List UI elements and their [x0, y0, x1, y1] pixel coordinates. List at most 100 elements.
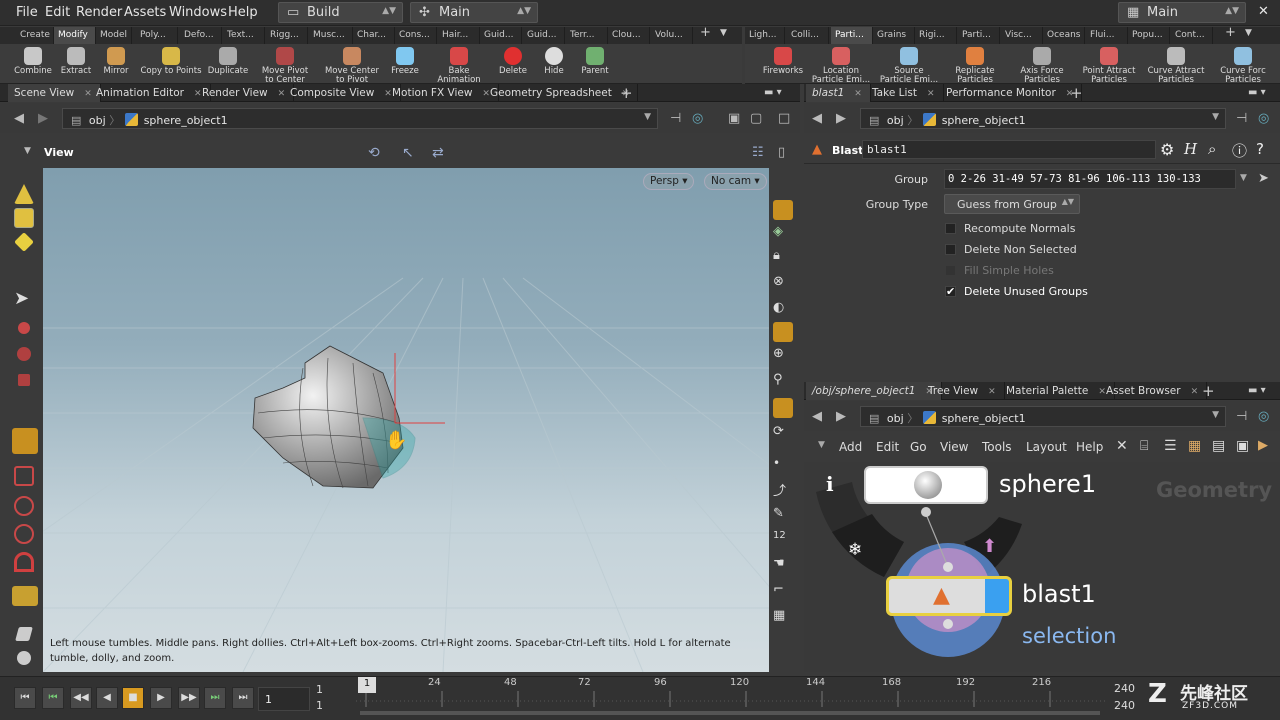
tool-source-particle-emitter[interactable]: Source Particle Emi...	[879, 44, 939, 85]
tab-render-view[interactable]: Render View ✕	[196, 84, 295, 102]
brush-icon[interactable]	[15, 627, 33, 641]
shelf-tab[interactable]: Colli...	[787, 27, 829, 44]
tab-material-palette[interactable]: Material Palette ✕	[1000, 382, 1115, 400]
forward-arrow-icon[interactable]: ▶	[38, 111, 48, 126]
tab-asset-browser[interactable]: Asset Browser ✕	[1100, 382, 1208, 400]
close-tab-icon[interactable]: ✕	[854, 89, 862, 99]
tab-take-list[interactable]: Take List ✕	[866, 84, 944, 102]
range-end[interactable]: 240	[1114, 682, 1135, 695]
play-icon[interactable]: ▶	[150, 687, 172, 709]
info-icon[interactable]: ⓘ	[1232, 140, 1247, 161]
shelf-menu-icon[interactable]: ▼	[1245, 28, 1252, 38]
point-icon[interactable]: ⊕	[773, 346, 793, 366]
light-icon[interactable]	[773, 322, 793, 342]
more-icon[interactable]: ▶	[1258, 438, 1268, 453]
display-toggle-icon[interactable]	[773, 200, 793, 220]
range-end2[interactable]: 240	[1114, 699, 1135, 712]
menu-toggle-icon[interactable]: ▼	[818, 440, 825, 450]
hand-icon[interactable]: ☚	[773, 556, 793, 576]
arrow-icon[interactable]: ➤	[14, 288, 34, 309]
scene-viewport[interactable]: Persp ▾ No cam ▾ ✋	[43, 168, 769, 672]
net-menu-layout[interactable]: Layout	[1026, 440, 1067, 454]
shelf-tab[interactable]: Cont...	[1171, 27, 1213, 44]
shelf-tab[interactable]: Create	[16, 27, 54, 44]
shelf-tab[interactable]: Volu...	[651, 27, 693, 44]
forward-arrow-icon[interactable]: ▶	[836, 409, 846, 424]
group-type-select[interactable]: Guess from Group ▲▼	[944, 194, 1080, 214]
tab-animation-editor[interactable]: Animation Editor ✕	[90, 84, 211, 102]
pose-icon[interactable]	[14, 466, 34, 486]
rotate-view-icon[interactable]: ⟳	[773, 424, 793, 444]
pin-icon[interactable]: ⊣	[670, 111, 681, 126]
shelf-tab[interactable]: Hair...	[438, 27, 480, 44]
shelf-tab[interactable]: Grains	[873, 27, 915, 44]
group-field[interactable]: 0 2-26 31-49 57-73 81-96 106-113 130-133	[944, 169, 1236, 189]
tool-delete[interactable]: Delete	[496, 44, 530, 84]
tool-point-attract-particles[interactable]: Point Attract Particles	[1081, 44, 1137, 85]
chevron-down-icon[interactable]: ▼	[1212, 410, 1219, 420]
shelf-tab[interactable]: Rigi...	[915, 27, 957, 44]
shelf-tab[interactable]: Ligh...	[745, 27, 785, 44]
shelf-tab[interactable]: Terr...	[566, 27, 608, 44]
tab-composite-view[interactable]: Composite View ✕	[284, 84, 401, 102]
shelf-tab[interactable]: Clou...	[608, 27, 650, 44]
node-blast1[interactable]: ▲	[886, 576, 1012, 616]
shelf-tab[interactable]: Rigg...	[266, 27, 308, 44]
shelf-tab[interactable]: Defo...	[180, 27, 222, 44]
gear-icon[interactable]: ⚙	[1160, 140, 1174, 159]
network-editor[interactable]: i ❄ ⬆ sphere1 Geometry ▲ blast1 selectio…	[804, 462, 1280, 672]
close-tab-icon[interactable]: ✕	[988, 387, 996, 397]
persp-button[interactable]: Persp ▾	[643, 173, 695, 190]
tab-scene-view[interactable]: Scene View ✕	[8, 84, 101, 102]
list-icon[interactable]: ☰	[1164, 438, 1177, 454]
back-arrow-icon[interactable]: ◀	[812, 111, 822, 126]
net-menu-help[interactable]: Help	[1076, 440, 1103, 454]
menu-windows[interactable]: Windows	[169, 5, 227, 20]
add-shelf-icon[interactable]: +	[1225, 25, 1236, 40]
tab-geometry-spreadsheet[interactable]: Geometry Spreadsheet ✕	[484, 84, 639, 102]
shelf-tab[interactable]: Guid...	[480, 27, 522, 44]
shelf-tab[interactable]: Char...	[353, 27, 395, 44]
handle-icon[interactable]	[12, 428, 38, 454]
select-geometry-icon[interactable]	[14, 208, 34, 228]
cube-icon[interactable]: ▣	[728, 111, 740, 126]
corner-icon[interactable]: ⌐	[773, 582, 793, 602]
tool-extract[interactable]: Extract	[58, 44, 94, 84]
node-sphere1[interactable]	[864, 466, 988, 504]
path-root[interactable]: obj	[887, 114, 904, 127]
magnet-icon[interactable]	[14, 552, 34, 572]
tool-mirror[interactable]: Mirror	[100, 44, 132, 84]
tool-fireworks[interactable]: Fireworks	[761, 44, 805, 84]
net-menu-tools[interactable]: Tools	[982, 440, 1012, 454]
add-tab-icon[interactable]: +	[620, 84, 633, 102]
chevron-down-icon[interactable]: ▼	[644, 112, 651, 122]
shelf-tab[interactable]: Guid...	[523, 27, 565, 44]
jump-end-icon[interactable]: ⏭	[232, 687, 254, 709]
number-12-icon[interactable]: 12	[773, 530, 793, 550]
shelf-tab[interactable]: Parti...	[958, 27, 1000, 44]
back-arrow-icon[interactable]: ◀	[14, 111, 24, 126]
tumble-icon[interactable]: ⟲	[368, 145, 380, 161]
tab-blast1[interactable]: blast1 ✕	[806, 84, 871, 102]
help-h-icon[interactable]: H	[1184, 140, 1197, 158]
menu-help[interactable]: Help	[228, 5, 258, 20]
tool-move-center-to-pivot[interactable]: Move Center to Pivot	[324, 44, 380, 85]
add-shelf-icon[interactable]: +	[700, 25, 711, 40]
shelf-tab[interactable]: Flui...	[1086, 27, 1128, 44]
help-icon[interactable]: ?	[1256, 140, 1264, 158]
measure-icon[interactable]: ▦	[773, 608, 793, 628]
tool-copy-to-points[interactable]: Copy to Points	[140, 44, 202, 84]
step-end-icon[interactable]: ⏭	[204, 687, 226, 709]
pen-icon[interactable]: ✎	[773, 506, 793, 526]
path-node[interactable]: sphere_object1	[144, 114, 228, 127]
close-tab-icon[interactable]: ✕	[1191, 387, 1199, 397]
snap-icon[interactable]: ⚲	[773, 372, 793, 392]
shelf-tab[interactable]: Oceans	[1043, 27, 1085, 44]
fill-simple-holes-checkbox[interactable]	[945, 265, 956, 276]
step-forward-icon[interactable]: ▶▶	[178, 687, 200, 709]
select-group-icon[interactable]	[14, 232, 34, 252]
stop-icon[interactable]: ■	[122, 687, 144, 709]
palette-icon[interactable]: ▦	[1188, 438, 1201, 454]
grid-icon[interactable]: ▤	[1212, 438, 1225, 454]
net-menu-add[interactable]: Add	[839, 440, 862, 454]
